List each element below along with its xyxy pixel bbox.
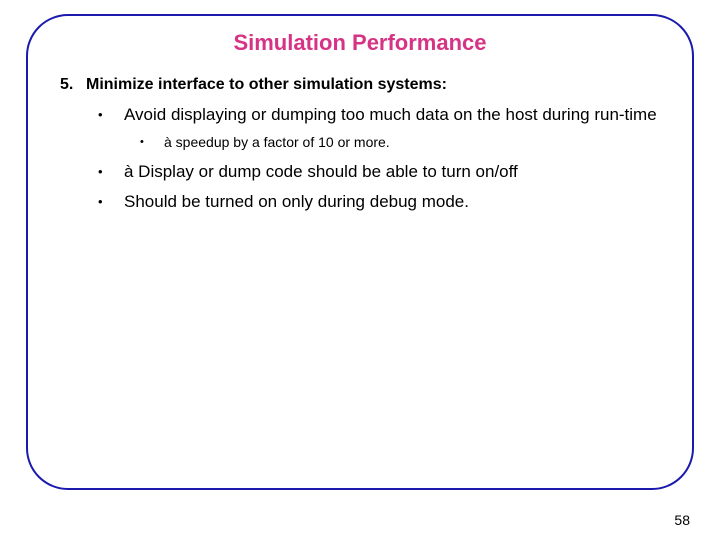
bullet-level1: • Should be turned on only during debug … [98, 191, 666, 212]
bullet-level1: • Avoid displaying or dumping too much d… [98, 104, 666, 125]
bullet-dot: • [140, 133, 164, 151]
numbered-item: 5. Minimize interface to other simulatio… [60, 76, 666, 94]
item-text: Minimize interface to other simulation s… [86, 76, 447, 94]
bullet-text: à Display or dump code should be able to… [124, 161, 518, 182]
bullet-level2: • à speedup by a factor of 10 or more. [140, 133, 666, 151]
slide-frame: Simulation Performance 5. Minimize inter… [26, 14, 694, 490]
bullet-dot: • [98, 161, 124, 182]
item-number: 5. [60, 76, 86, 94]
bullet-text: Avoid displaying or dumping too much dat… [124, 104, 657, 125]
bullet-text: Should be turned on only during debug mo… [124, 191, 469, 212]
bullet-dot: • [98, 191, 124, 212]
page-number: 58 [674, 512, 690, 528]
bullet-level1: • à Display or dump code should be able … [98, 161, 666, 182]
bullet-text: à speedup by a factor of 10 or more. [164, 133, 390, 151]
slide-title: Simulation Performance [54, 30, 666, 56]
bullet-dot: • [98, 104, 124, 125]
